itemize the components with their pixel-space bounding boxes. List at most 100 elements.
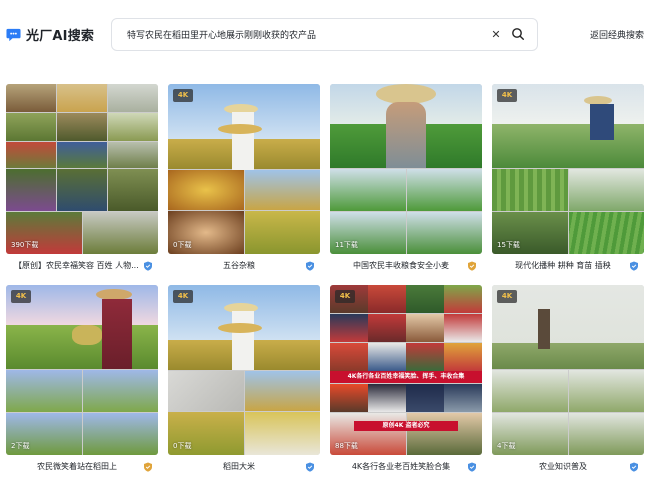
farmer xyxy=(386,102,426,168)
card-caption[interactable]: 现代化播种 耕种 育苗 插秧 xyxy=(492,259,644,273)
video-thumbnail[interactable]: 11下载 xyxy=(330,84,482,254)
collage-tile xyxy=(444,285,482,313)
farmer-scene xyxy=(569,370,644,412)
result-card-1[interactable]: 390下载 【原创】农民幸福笑容 百姓 人物... xyxy=(6,84,158,277)
video-thumbnail[interactable]: 4K 2下载 xyxy=(6,285,158,455)
chat-bubble-logo-icon xyxy=(6,28,21,42)
farmer xyxy=(232,311,254,370)
farmer xyxy=(538,309,550,349)
download-count: 15下载 xyxy=(497,241,520,249)
logo-text: 光厂AI搜索 xyxy=(26,29,95,44)
collage-tile xyxy=(6,169,56,211)
back-to-classic-search-link[interactable]: 返回经典搜索 xyxy=(590,28,644,41)
video-thumbnail[interactable]: 4K 0下载 xyxy=(168,285,320,455)
result-card-4[interactable]: 4K 15下载 现代化播种 耕种 育苗 插秧 xyxy=(492,84,644,277)
4k-badge: 4K xyxy=(497,89,517,102)
verified-shield-icon xyxy=(468,261,476,271)
collage-tile xyxy=(444,343,482,371)
rice-field xyxy=(492,343,644,369)
farmer xyxy=(590,104,614,140)
search-icon[interactable] xyxy=(511,27,525,41)
result-card-2[interactable]: 4K 0下载 五谷杂粮 xyxy=(168,84,320,277)
paddy-field xyxy=(492,124,644,168)
collage-tile xyxy=(108,142,158,168)
collage-tile xyxy=(406,314,444,342)
video-thumbnail[interactable]: 390下载 xyxy=(6,84,158,254)
grain-bowl xyxy=(168,170,244,210)
seedling-rows xyxy=(492,169,568,211)
collage-tile xyxy=(57,169,107,211)
collage-tile xyxy=(57,113,107,141)
video-thumbnail[interactable]: 4K 15下载 xyxy=(492,84,644,254)
collage-tile xyxy=(330,314,368,342)
rice-grains xyxy=(168,371,244,411)
video-thumbnail[interactable]: 4K各行各业百姓幸福笑脸、挥手、丰收合集 原创4K 盗者必究 4K 88下载 xyxy=(330,285,482,455)
collage-tile xyxy=(368,384,406,412)
farmer-scene xyxy=(83,370,158,412)
collage-tile xyxy=(108,169,158,211)
video-thumbnail[interactable]: 4K 0下载 xyxy=(168,84,320,254)
card-caption[interactable]: 农业知识普及 xyxy=(492,460,644,474)
collage-tile xyxy=(108,84,158,112)
4k-badge: 4K xyxy=(11,290,31,303)
download-count: 390下载 xyxy=(11,241,39,249)
result-card-7[interactable]: 4K各行各业百姓幸福笑脸、挥手、丰收合集 原创4K 盗者必究 4K 88下载 4… xyxy=(330,285,482,478)
download-count: 0下载 xyxy=(173,241,192,249)
straw-hat xyxy=(376,84,436,104)
download-count: 0下载 xyxy=(173,442,192,450)
farmer-scene xyxy=(245,170,320,210)
result-card-6[interactable]: 4K 0下载 稻田大米 xyxy=(168,285,320,478)
search-query-text[interactable]: 特写农民在稻田里开心地展示刚刚收获的农产品 xyxy=(127,28,316,41)
verified-shield-icon xyxy=(144,261,152,271)
collage-tile xyxy=(6,84,56,112)
4k-badge: 4K xyxy=(335,290,355,303)
farmer-scene xyxy=(6,370,82,412)
logo[interactable]: 光厂AI搜索 xyxy=(6,25,94,44)
card-caption[interactable]: 五谷杂粮 xyxy=(168,259,320,273)
clear-icon[interactable]: ✕ xyxy=(489,27,503,41)
collage-tile xyxy=(406,384,444,412)
card-caption[interactable]: 【原创】农民幸福笑容 百姓 人物... xyxy=(6,259,158,273)
collage-tile xyxy=(406,343,444,371)
verified-shield-icon xyxy=(630,462,638,472)
collage-tile xyxy=(368,314,406,342)
verified-shield-icon xyxy=(144,462,152,472)
collage-tile xyxy=(368,343,406,371)
rice-harvest xyxy=(245,412,320,455)
collage-tile xyxy=(444,314,482,342)
card-caption[interactable]: 农民微笑着站在稻田上 xyxy=(6,460,158,474)
farmer-scene xyxy=(245,371,320,411)
verified-shield-icon xyxy=(630,261,638,271)
4k-badge: 4K xyxy=(497,290,517,303)
download-count: 4下载 xyxy=(497,442,516,450)
result-card-8[interactable]: 4K 4下载 农业知识普及 xyxy=(492,285,644,478)
download-count: 88下载 xyxy=(335,442,358,450)
paddy-field xyxy=(569,212,644,254)
farmer xyxy=(102,299,132,369)
video-thumbnail[interactable]: 4K 4下载 xyxy=(492,285,644,455)
result-card-3[interactable]: 11下载 中国农民丰收粮食安全小麦 xyxy=(330,84,482,277)
collage-tile xyxy=(6,113,56,141)
collage-tile xyxy=(330,384,368,412)
rice-closeup xyxy=(245,211,320,254)
overlay-banner: 4K各行各业百姓幸福笑脸、挥手、丰收合集 xyxy=(330,371,482,383)
farmer-scene xyxy=(83,413,158,455)
search-input[interactable]: 特写农民在稻田里开心地展示刚刚收获的农产品 ✕ xyxy=(111,18,538,51)
result-card-5[interactable]: 4K 2下载 农民微笑着站在稻田上 xyxy=(6,285,158,478)
collage-tile xyxy=(57,142,107,168)
farmer-scene xyxy=(569,169,644,211)
collage-tile xyxy=(57,84,107,112)
download-count: 2下载 xyxy=(11,442,30,450)
card-caption[interactable]: 稻田大米 xyxy=(168,460,320,474)
watermark-banner: 原创4K 盗者必究 xyxy=(354,421,458,431)
collage-tile xyxy=(6,142,56,168)
collage-tile xyxy=(83,212,158,254)
4k-badge: 4K xyxy=(173,290,193,303)
verified-shield-icon xyxy=(306,462,314,472)
card-caption[interactable]: 中国农民丰收粮食安全小麦 xyxy=(330,259,482,273)
farmer-scene xyxy=(407,169,482,211)
farmer-scene xyxy=(407,212,482,254)
collage-tile xyxy=(406,285,444,313)
card-caption[interactable]: 4K各行各业老百姓笑脸合集 xyxy=(330,460,482,474)
collage-tile xyxy=(368,285,406,313)
